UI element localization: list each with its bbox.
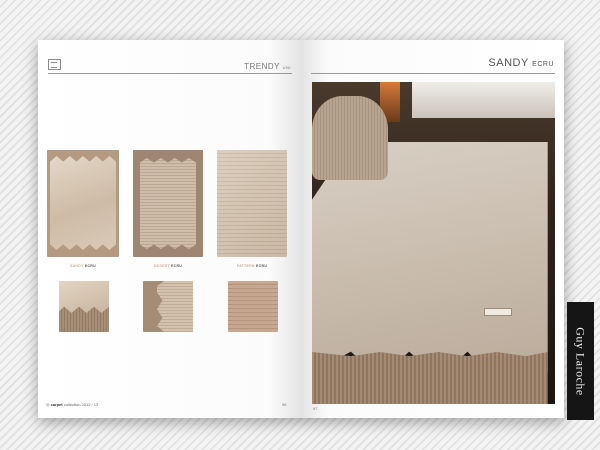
pouf-shape — [312, 96, 388, 180]
header-rule-right — [311, 73, 555, 74]
brand-strip: Guy Laroche — [567, 302, 594, 420]
page-number-right: 97 — [313, 406, 318, 411]
right-page: SANDY ECRU 97 — [301, 40, 564, 418]
catalog-spread: TRENDY UNI SANDY ECRU DESERT ECRU PATTER… — [38, 40, 564, 418]
rug-label-tag — [484, 308, 512, 316]
footer-brand: ◎ carpet collection 2012 / 13 — [46, 402, 99, 407]
left-page: TRENDY UNI SANDY ECRU DESERT ECRU PATTER… — [38, 40, 301, 418]
detail-swatch-sandy — [59, 281, 109, 332]
detail-swatch-pattern — [228, 281, 278, 332]
brand-logo-icon — [48, 59, 61, 70]
rug-fringe-band — [312, 352, 548, 404]
caption-sandy: SANDY ECRU — [70, 264, 96, 268]
collection-name: TRENDY — [244, 62, 280, 71]
product-title: SANDY ECRU — [488, 57, 554, 69]
product-name: SANDY — [488, 57, 529, 69]
brand-name: Guy Laroche — [574, 326, 589, 396]
rug-thumb-desert — [133, 150, 203, 257]
sofa-shape — [412, 82, 555, 118]
collection-sub: UNI — [282, 65, 291, 70]
page-number-left: 96 — [282, 402, 287, 407]
rug-thumb-pattern — [217, 150, 287, 257]
detail-swatch-desert — [143, 281, 193, 332]
collection-title: TRENDY UNI — [244, 62, 291, 71]
room-photo — [312, 82, 555, 404]
caption-desert: DESERT ECRU — [153, 264, 183, 268]
header-rule — [48, 73, 292, 74]
caption-pattern: PATTERN ECRU — [236, 264, 268, 268]
rug-thumb-sandy — [47, 150, 119, 257]
product-color: ECRU — [532, 61, 554, 68]
